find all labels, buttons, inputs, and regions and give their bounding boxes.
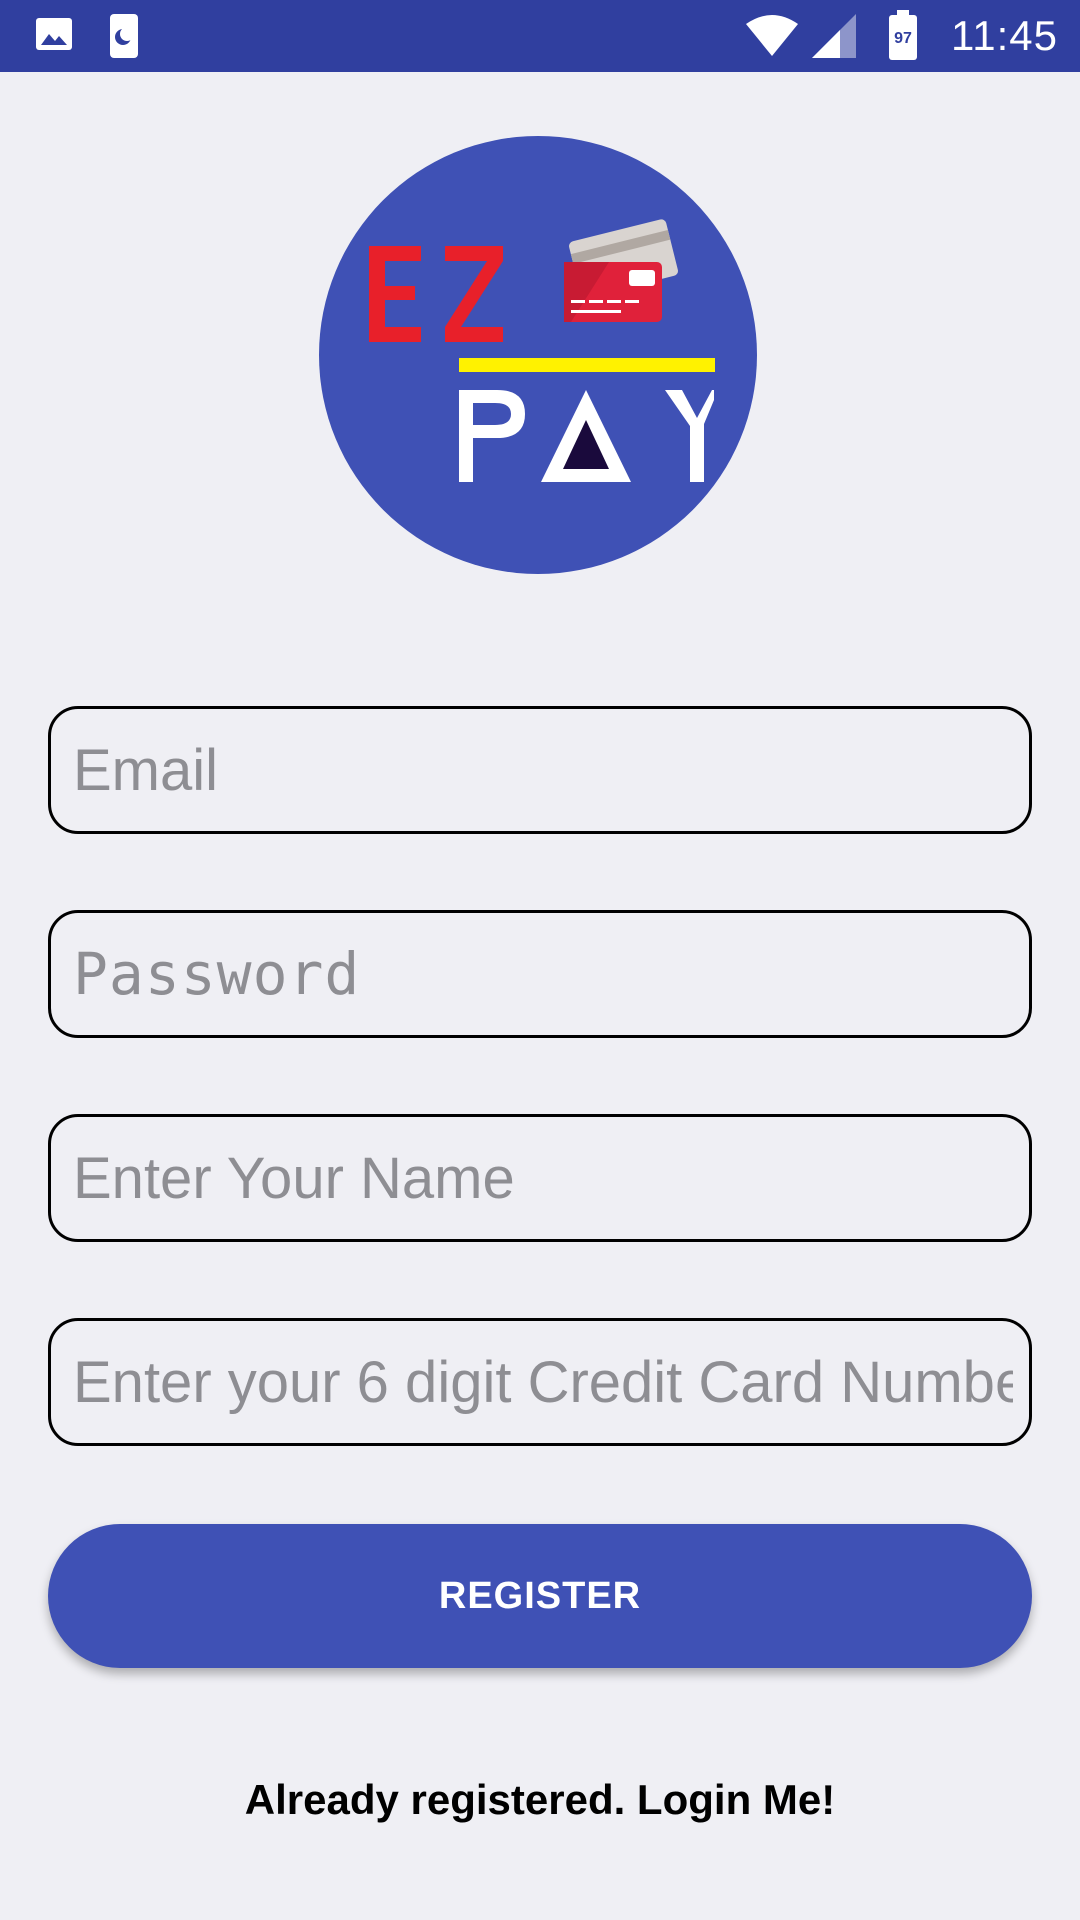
moon-icon	[108, 14, 140, 63]
status-time: 11:45	[951, 12, 1058, 59]
email-field[interactable]	[48, 706, 1032, 834]
ezpay-logo	[319, 136, 757, 574]
login-link[interactable]: Already registered. Login Me!	[0, 1776, 1080, 1824]
wifi-icon	[744, 14, 800, 61]
battery-level: 97	[894, 30, 912, 47]
name-field[interactable]	[48, 1114, 1032, 1242]
image-icon	[34, 14, 74, 59]
register-button[interactable]: REGISTER	[48, 1524, 1032, 1668]
password-input[interactable]	[73, 913, 1013, 1035]
signal-icon	[812, 14, 856, 63]
name-input[interactable]	[73, 1117, 1013, 1239]
password-field[interactable]	[48, 910, 1032, 1038]
status-bar: 97 11:45	[0, 0, 1080, 72]
credit-card-field[interactable]	[48, 1318, 1032, 1446]
credit-card-input[interactable]	[73, 1321, 1013, 1443]
email-input[interactable]	[73, 709, 1013, 831]
battery-icon: 97	[888, 10, 918, 65]
